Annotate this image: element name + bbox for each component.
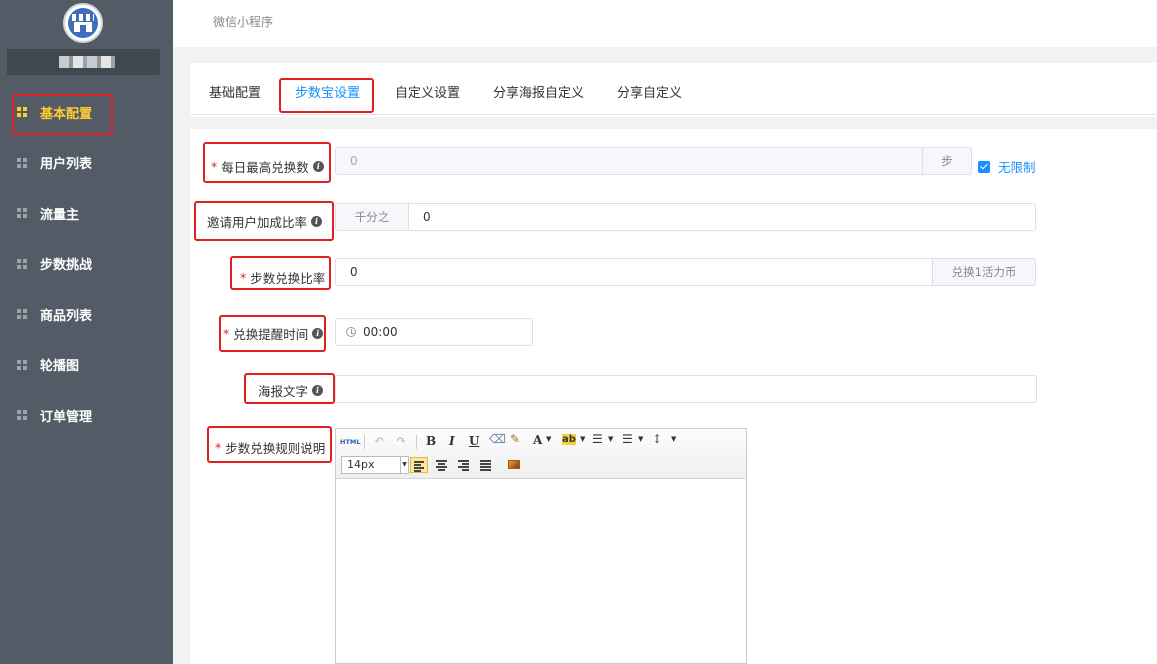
info-icon[interactable]: i <box>312 328 324 339</box>
chevron-down-icon[interactable]: ▼ <box>608 435 613 443</box>
html-source-button[interactable]: HTML <box>340 438 360 446</box>
justify-button[interactable] <box>477 457 495 473</box>
grid-icon <box>17 208 27 219</box>
info-icon[interactable]: i <box>311 216 323 227</box>
tab-step-settings[interactable]: 步数宝设置 <box>295 82 360 101</box>
font-size-select[interactable]: 14px ▼ <box>341 456 409 474</box>
line-height-icon[interactable]: ↕ <box>652 432 662 446</box>
divider <box>190 117 1157 129</box>
italic-button[interactable]: I <box>449 434 455 448</box>
format-brush-icon[interactable]: ✎ <box>510 432 520 446</box>
store-logo-icon <box>63 3 103 43</box>
active-tab-underline <box>285 111 355 113</box>
unlimited-checkbox[interactable] <box>978 161 990 173</box>
align-left-button[interactable] <box>410 457 428 473</box>
sidebar-item-user-list[interactable]: 用户列表 <box>0 138 173 189</box>
tab-share-poster[interactable]: 分享海报自定义 <box>493 82 584 101</box>
sidebar-item-label: 步数挑战 <box>40 258 93 274</box>
step-rate-input[interactable]: 0 <box>335 258 933 286</box>
blurred-user-name <box>59 56 115 68</box>
align-right-button[interactable] <box>455 457 473 473</box>
chevron-down-icon[interactable]: ▼ <box>580 435 585 443</box>
tab-basic-config[interactable]: 基础配置 <box>209 82 261 101</box>
unlimited-label[interactable]: 无限制 <box>998 157 1036 176</box>
invite-rate-input[interactable]: 0 <box>408 203 1036 231</box>
sidebar-item-label: 订单管理 <box>40 409 93 425</box>
grid-icon <box>17 410 27 421</box>
redo-icon[interactable]: ↷ <box>396 433 406 447</box>
align-center-button[interactable] <box>433 457 451 473</box>
font-color-button[interactable]: A <box>533 433 542 447</box>
page-title: 微信小程序 <box>213 15 274 29</box>
eraser-icon[interactable]: ⌫ <box>489 432 506 446</box>
unordered-list-icon[interactable]: ☰ <box>622 432 633 446</box>
info-icon[interactable]: i <box>312 161 324 172</box>
chevron-down-icon[interactable]: ▼ <box>671 435 676 443</box>
insert-image-icon[interactable] <box>508 460 520 469</box>
undo-icon[interactable]: ↶ <box>374 433 384 447</box>
sidebar-item-traffic[interactable]: 流量主 <box>0 188 173 239</box>
sidebar-item-label: 用户列表 <box>40 157 93 173</box>
grid-icon <box>17 359 27 370</box>
tab-custom-settings[interactable]: 自定义设置 <box>395 82 460 101</box>
bold-button[interactable]: B <box>426 434 436 448</box>
underline-button[interactable]: U <box>469 434 479 448</box>
sidebar-item-label: 商品列表 <box>40 308 93 324</box>
daily-max-suffix: 步 <box>922 147 972 175</box>
sidebar-item-basic-config[interactable]: 基本配置 <box>0 87 173 138</box>
invite-rate-label: 邀请用户加成比率 i <box>207 212 323 231</box>
tab-share-custom[interactable]: 分享自定义 <box>617 82 682 101</box>
grid-icon <box>17 107 27 118</box>
step-rate-label: * 步数兑换比率 <box>240 270 326 286</box>
rules-label: * 步数兑换规则说明 <box>215 440 326 456</box>
remind-time-input[interactable]: 00:00 <box>335 318 533 346</box>
grid-icon <box>17 309 27 320</box>
poster-text-label: 海报文字 i <box>258 381 324 400</box>
grid-icon <box>17 157 27 168</box>
sidebar-item-label: 流量主 <box>40 207 80 223</box>
remind-time-label: * 兑换提醒时间 i <box>223 324 324 343</box>
info-icon[interactable]: i <box>312 385 324 396</box>
ordered-list-icon[interactable]: ☰ <box>592 432 603 446</box>
sidebar-item-carousel[interactable]: 轮播图 <box>0 340 173 391</box>
chevron-down-icon[interactable]: ▼ <box>638 435 643 443</box>
sidebar-item-label: 基本配置 <box>40 106 93 122</box>
clock-icon <box>346 327 356 337</box>
sidebar: 基本配置 用户列表 流量主 步数挑战 商品列表 轮播图 订单管理 <box>0 0 173 664</box>
daily-max-label: * 每日最高兑换数 i <box>211 157 324 176</box>
sidebar-item-products[interactable]: 商品列表 <box>0 289 173 340</box>
sidebar-item-orders[interactable]: 订单管理 <box>0 390 173 441</box>
chevron-down-icon[interactable]: ▼ <box>546 435 551 443</box>
highlight-button[interactable]: ab <box>562 434 576 445</box>
sidebar-nav: 基本配置 用户列表 流量主 步数挑战 商品列表 轮播图 订单管理 <box>0 87 173 441</box>
chevron-down-icon: ▼ <box>400 457 408 473</box>
sidebar-item-step-challenge[interactable]: 步数挑战 <box>0 239 173 290</box>
user-name-box <box>7 49 160 75</box>
sidebar-item-label: 轮播图 <box>40 359 80 375</box>
tab-bar: 基础配置 步数宝设置 自定义设置 分享海报自定义 分享自定义 <box>190 63 1157 115</box>
daily-max-input[interactable]: 0 <box>335 147 923 175</box>
editor-toolbar: HTML ↶ ↷ B I U ⌫ ✎ A ▼ ab ▼ ☰ ▼ ☰ ▼ ↕ ▼ … <box>336 429 746 479</box>
rules-editor[interactable]: HTML ↶ ↷ B I U ⌫ ✎ A ▼ ab ▼ ☰ ▼ ☰ ▼ ↕ ▼ … <box>335 428 747 664</box>
invite-rate-prefix: 千分之 <box>335 203 409 231</box>
grid-icon <box>17 258 27 269</box>
poster-text-input[interactable] <box>335 375 1037 403</box>
top-bar: 微信小程序 <box>173 0 1157 47</box>
step-rate-suffix: 兑换1活力币 <box>932 258 1036 286</box>
